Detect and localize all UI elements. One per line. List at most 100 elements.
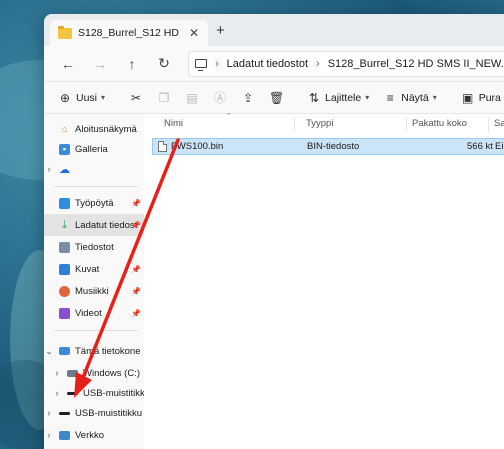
sidebar-label: Työpöytä (75, 197, 114, 209)
new-tab-button[interactable]: + (216, 22, 225, 39)
chevron-right-icon[interactable]: › (52, 388, 62, 398)
paste-button[interactable]: ▤ (179, 86, 205, 110)
command-bar: ⊕ Uusi ▾ ✂ ❐ ▤ Ⓐ ⇪ 🗑 ⇅ Lajittele ▾ ≡ Näy… (44, 82, 504, 114)
home-icon: ⌂ (61, 124, 68, 134)
table-row[interactable]: FWS100.bin BIN-tiedosto 566 kt Ei (152, 138, 504, 155)
pin-icon[interactable]: 📌 (131, 221, 141, 230)
chevron-right-icon[interactable]: › (44, 430, 54, 440)
file-explorer-window: S128_Burrel_S12 HD SMS II ✕ + ← → ↑ ↻ › … (44, 14, 504, 449)
extract-icon: ▣ (462, 90, 474, 105)
sidebar-item-network[interactable]: › Verkko (44, 424, 144, 446)
sidebar-item-downloads[interactable]: ⤓ Ladatut tiedost 📌 (44, 214, 144, 236)
download-icon: ⤓ (62, 218, 67, 231)
sidebar-item-videos[interactable]: Videot 📌 (44, 302, 144, 324)
sort-ascending-icon: ⌃ (226, 113, 232, 120)
sidebar-label: Windows (C:) (83, 367, 141, 379)
file-list: ⌃ Nimi Tyyppi Pakattu koko Sa FWS100.bin… (144, 113, 504, 449)
share-button[interactable]: ⇪ (235, 86, 261, 110)
column-fourth[interactable]: Sa (494, 118, 504, 129)
sidebar-item-documents[interactable]: Tiedostot (44, 236, 144, 258)
sidebar-label: Tiedostot (75, 241, 114, 253)
cloud-icon: ☁ (59, 163, 70, 176)
network-icon (59, 430, 70, 440)
trash-icon: 🗑 (269, 90, 285, 105)
gallery-icon: ▪ (59, 143, 70, 155)
sidebar-item-music[interactable]: Musiikki 📌 (44, 280, 144, 302)
sort-button[interactable]: ⇅ Lajittele ▾ (301, 86, 375, 110)
chevron-down-icon: ▾ (432, 93, 437, 102)
sidebar-item-windows-drive[interactable]: › Windows (C:) (44, 362, 144, 384)
up-icon[interactable]: ↑ (118, 51, 146, 77)
forward-icon[interactable]: → (86, 51, 114, 77)
copy-button[interactable]: ❐ (151, 86, 177, 110)
sidebar-item-pictures[interactable]: Kuvat 📌 (44, 258, 144, 280)
pin-icon[interactable]: 📌 (131, 265, 141, 274)
column-packed-size[interactable]: Pakattu koko (412, 118, 467, 129)
sidebar-divider (54, 186, 138, 187)
pin-icon[interactable]: 📌 (131, 199, 141, 208)
chevron-down-icon[interactable]: ⌄ (44, 346, 54, 357)
computer-icon (59, 347, 70, 355)
sidebar-item-desktop[interactable]: Työpöytä 📌 (44, 192, 144, 214)
pin-icon[interactable]: 📌 (131, 287, 141, 296)
address-bar[interactable]: › Ladatut tiedostot › S128_Burrel_S12 HD… (188, 50, 504, 77)
column-name[interactable]: Nimi (164, 118, 183, 129)
new-button[interactable]: ⊕ Uusi ▾ (52, 86, 111, 110)
chevron-right-icon[interactable]: › (44, 408, 54, 418)
chevron-right-icon: › (215, 57, 219, 70)
cut-button[interactable]: ✂ (123, 86, 149, 110)
sidebar-label: Tämä tietokone (75, 345, 141, 357)
drive-icon (67, 369, 78, 377)
tab-title: S128_Burrel_S12 HD SMS II (78, 27, 180, 39)
pin-icon[interactable]: 📌 (131, 309, 141, 318)
desktop-icon (59, 197, 70, 209)
file-type: BIN-tiedosto (307, 141, 360, 152)
sidebar-label: Galleria (75, 143, 108, 155)
view-button[interactable]: ≡ Näytä ▾ (377, 86, 442, 110)
breadcrumb-zip[interactable]: S128_Burrel_S12 HD SMS II_NEW.zip (328, 58, 504, 70)
chevron-down-icon: ▾ (101, 93, 106, 102)
sidebar-divider (54, 330, 138, 331)
delete-button[interactable]: 🗑 (263, 86, 289, 110)
sidebar-label: Aloitusnäkymä (75, 123, 137, 135)
navigation-bar: ← → ↑ ↻ › Ladatut tiedostot › S128_Burre… (44, 46, 504, 82)
chevron-right-icon[interactable]: › (44, 164, 54, 174)
scissors-icon: ✂ (131, 90, 142, 105)
usb-drive-icon (59, 411, 70, 415)
new-label: Uusi (76, 91, 98, 104)
copy-icon: ❐ (158, 90, 170, 105)
breadcrumb-downloads[interactable]: Ladatut tiedostot (227, 58, 308, 70)
picture-icon (59, 263, 70, 275)
sidebar-item-this-pc[interactable]: ⌄ Tämä tietokone (44, 340, 144, 362)
rename-button[interactable]: Ⓐ (207, 86, 233, 110)
sidebar-label: Ladatut tiedost (75, 219, 138, 231)
extract-all-button[interactable]: ▣ Pura kaikki (455, 86, 504, 110)
sidebar-label: USB-muistitikku (83, 387, 144, 399)
column-type[interactable]: Tyyppi (306, 118, 333, 129)
view-list-icon: ≡ (386, 90, 394, 105)
sidebar-item-home[interactable]: ⌂ Aloitusnäkymä (44, 118, 144, 140)
file-fourth: Ei (495, 141, 504, 152)
monitor-icon (195, 59, 207, 71)
sidebar-item-usb-1[interactable]: › USB-muistitikku (44, 382, 145, 404)
video-icon (59, 307, 70, 319)
file-icon (158, 141, 167, 152)
back-icon[interactable]: ← (54, 51, 82, 77)
tab-current[interactable]: S128_Burrel_S12 HD SMS II ✕ (50, 20, 208, 46)
music-icon (59, 285, 70, 297)
sidebar-label: Kuvat (75, 263, 100, 275)
sidebar-label: USB-muistitikku (I (75, 407, 144, 419)
sidebar-item-gallery[interactable]: ▪ Galleria (44, 138, 144, 160)
file-size: 566 kt (467, 141, 493, 152)
content-area: ⌂ Aloitusnäkymä ▪ Galleria › ☁ Työpöytä … (44, 113, 504, 449)
extract-label: Pura kaikki (478, 91, 504, 104)
plus-circle-icon: ⊕ (59, 90, 71, 105)
sidebar-label: Musiikki (75, 285, 109, 297)
refresh-icon[interactable]: ↻ (150, 51, 178, 77)
sidebar-item-onedrive[interactable]: › ☁ (44, 158, 144, 180)
navigation-pane: ⌂ Aloitusnäkymä ▪ Galleria › ☁ Työpöytä … (44, 114, 144, 449)
paste-icon: ▤ (186, 90, 198, 105)
close-tab-icon[interactable]: ✕ (186, 26, 202, 40)
sidebar-item-usb-2[interactable]: › USB-muistitikku (I (44, 402, 145, 424)
chevron-right-icon[interactable]: › (52, 368, 62, 378)
